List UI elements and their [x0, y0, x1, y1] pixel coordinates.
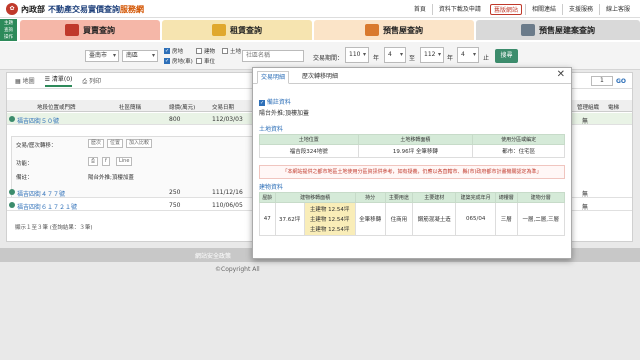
- search-form: 臺南市 南區 ✓房地 ✓房地(車) 建物 車位 土地 交易期間： 110 年 4…: [0, 42, 640, 70]
- zoning-warning: 「本網站提供之都市地區土地使用分區資訊供參考，如有疑義，仍應以各直轄市、縣(市)…: [259, 165, 565, 179]
- district-select[interactable]: 南區: [122, 50, 158, 62]
- transaction-detail-modal: 交易明細 歷次轉移明細 ✕ ✓ 備註資料 陽台外推;頂樓加蓋 土地資料 土地位置…: [252, 67, 572, 259]
- tab-transaction-detail[interactable]: 交易明細: [257, 71, 290, 84]
- nav-online-service[interactable]: 線上客服: [598, 4, 636, 15]
- land-table: 土地位置 土地移轉面積 使用分區或編定 福吉段324地號 19.96坪 全筆移轉…: [259, 134, 565, 158]
- building-section-title: 建物資料: [259, 184, 284, 191]
- from-month-select[interactable]: 4: [384, 47, 406, 63]
- col-price[interactable]: 總價(萬元): [169, 103, 195, 111]
- checkbox-icon: [196, 58, 202, 64]
- building-sub-areas: 主建物 12.54坪 主建物 12.54坪 主建物 12.54坪: [303, 202, 356, 236]
- from-year-select[interactable]: 110: [345, 47, 369, 63]
- tab-rent-query[interactable]: 租賃查詢: [162, 20, 312, 40]
- modal-tabs: 交易明細 歷次轉移明細 ✕: [253, 68, 571, 84]
- site-logo[interactable]: ✿ 內政部 不動產交易實價查詢服務網: [6, 2, 144, 16]
- tab-transfer-history[interactable]: 歷次轉移明細: [299, 71, 341, 84]
- type-building-checkbox[interactable]: 建物: [196, 47, 215, 55]
- nav-related-links[interactable]: 相關連結: [524, 4, 562, 15]
- page-input[interactable]: 1: [590, 76, 613, 86]
- to-label: 至: [409, 55, 416, 62]
- copyright: ©Copyright All: [215, 266, 260, 273]
- col-community[interactable]: 社區簡稱: [119, 103, 141, 111]
- close-icon[interactable]: ✕: [557, 69, 565, 80]
- results-summary: 顯示１至３筆 (查詢結果：３筆): [15, 225, 93, 231]
- checkbox-icon: [222, 48, 228, 54]
- tab-print[interactable]: ⎙ 列印: [82, 76, 101, 86]
- to-year-unit: 年: [447, 55, 454, 62]
- top-bar: ✿ 內政部 不動產交易實價查詢服務網 首頁 資料下載及申請 舊版網站 相關連結 …: [0, 0, 640, 18]
- checkbox-icon: [196, 48, 202, 54]
- checkbox-checked-icon: ✓: [164, 48, 170, 54]
- to-month-select[interactable]: 4: [457, 47, 479, 63]
- land-section-title: 土地資料: [259, 126, 284, 133]
- footer-security-link[interactable]: 網站安全政策: [195, 251, 231, 260]
- remark-section-title: ✓ 備註資料: [259, 99, 291, 106]
- checkbox-checked-icon: ✓: [164, 58, 170, 64]
- facebook-icon[interactable]: f: [102, 157, 110, 166]
- checkbox-checked-icon: ✓: [259, 100, 265, 106]
- pager: 1 GO: [590, 76, 626, 86]
- col-date[interactable]: 交易日期: [212, 103, 234, 111]
- type-house-land-parking-checkbox[interactable]: ✓ 房地(車): [164, 57, 193, 65]
- row-marker-icon: [9, 116, 15, 122]
- type-land-checkbox[interactable]: 土地: [222, 47, 241, 55]
- location-button[interactable]: 位置: [107, 139, 124, 148]
- ministry-emblem-icon: ✿: [6, 3, 18, 15]
- community-name-input[interactable]: [242, 50, 304, 62]
- type-house-land-checkbox[interactable]: ✓ 房地: [164, 47, 183, 55]
- house-icon: [65, 24, 79, 36]
- tab-presale-query[interactable]: 預售屋查詢: [314, 20, 474, 40]
- row-marker-icon: [9, 189, 15, 195]
- to-suffix: 止: [483, 55, 490, 62]
- col-management[interactable]: 管理組織: [577, 103, 599, 111]
- to-year-select[interactable]: 112: [420, 47, 444, 63]
- nav-home[interactable]: 首頁: [408, 4, 432, 15]
- tab-sale-query[interactable]: 買賣查詢: [20, 20, 160, 40]
- go-button[interactable]: GO: [616, 78, 626, 85]
- col-elevator[interactable]: 電梯: [608, 103, 619, 111]
- nav-data-download[interactable]: 資料下載及申請: [431, 4, 487, 15]
- building-table: 屋齡 建物移轉面積 持分 主要用途 主要建材 建築完成年月 總樓層 建物分層 4…: [259, 192, 566, 236]
- city-select[interactable]: 臺南市: [85, 50, 119, 62]
- rent-house-icon: [212, 24, 226, 36]
- tab-map[interactable]: ▦ 地圖: [15, 76, 35, 85]
- nav-old-site[interactable]: 舊版網站: [489, 4, 522, 15]
- tab-list[interactable]: ☰ 清單(0): [44, 74, 73, 87]
- top-nav: 首頁 資料下載及申請 舊版網站 相關連結 支援服務 線上客服: [408, 4, 636, 15]
- search-button[interactable]: 搜尋: [495, 49, 518, 63]
- history-button[interactable]: 歷次: [88, 139, 105, 148]
- from-year-unit: 年: [373, 55, 380, 62]
- theme-query-badge[interactable]: 主題 查詢 操作: [0, 19, 17, 41]
- tab-presale-project-query[interactable]: 預售屋建案查詢: [476, 20, 640, 40]
- main-tab-bar: 主題 查詢 操作 買賣查詢 租賃查詢 預售屋查詢 預售屋建案查詢: [0, 18, 640, 42]
- site-title: 不動產交易實價查詢服務網: [48, 4, 144, 14]
- type-parking-checkbox[interactable]: 車位: [196, 57, 215, 65]
- period-label: 交易期間：: [313, 55, 344, 62]
- ministry-name: 內政部: [21, 3, 45, 14]
- remark-value: 陽台外推;頂樓加蓋: [259, 110, 310, 117]
- col-address[interactable]: 地段位置或門牌: [37, 103, 76, 111]
- building-icon: [521, 24, 535, 36]
- line-icon[interactable]: Line: [116, 157, 133, 166]
- nav-support[interactable]: 支援服務: [561, 4, 599, 15]
- print-icon[interactable]: ⎙: [88, 157, 99, 166]
- crane-icon: [365, 24, 379, 36]
- row-marker-icon: [9, 202, 15, 208]
- compare-button[interactable]: 加入比較: [126, 139, 153, 148]
